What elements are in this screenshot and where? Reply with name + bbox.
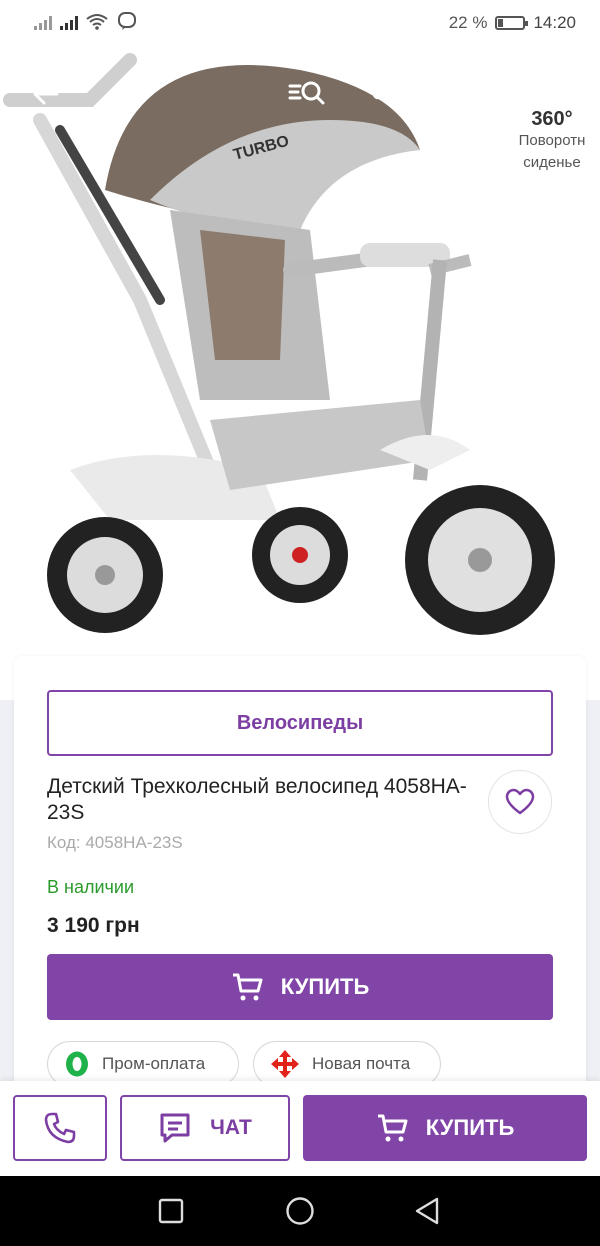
filter-search-icon — [288, 81, 325, 105]
triangle-back-icon — [415, 1197, 439, 1225]
product-card: Велосипеды Детский Трехколесный велосипе… — [14, 656, 586, 1096]
nova-poshta-icon — [271, 1050, 299, 1078]
product-code: Код: 4058HA-23S — [47, 833, 183, 852]
circle-icon — [286, 1197, 314, 1225]
chat-button-label: ЧАТ — [210, 1116, 252, 1139]
message-icon — [160, 1113, 190, 1143]
favorite-button[interactable] — [488, 770, 552, 834]
badge-degrees: 360° — [531, 108, 573, 130]
cart-button[interactable] — [450, 70, 498, 118]
cart-icon — [232, 973, 263, 1001]
badge-line-2: сиденье — [523, 154, 581, 171]
buy-button-label: КУПИТЬ — [280, 974, 370, 999]
battery-percent: 22 % — [448, 13, 488, 32]
buy-button[interactable]: КУПИТЬ — [47, 954, 553, 1020]
square-icon — [158, 1198, 184, 1224]
chat-button[interactable]: ЧАТ — [120, 1095, 290, 1161]
call-button[interactable] — [13, 1095, 107, 1161]
product-price: 3 190 грн — [47, 914, 140, 937]
share-icon — [372, 79, 400, 109]
badge-line-1: Поворотн — [518, 132, 586, 149]
wifi-icon — [86, 14, 108, 30]
heart-icon — [505, 788, 535, 815]
phone-icon — [44, 1112, 76, 1144]
viber-icon — [118, 12, 136, 30]
cart-icon — [377, 1114, 408, 1142]
bottom-buy-button[interactable]: КУПИТЬ — [303, 1095, 587, 1161]
product-title: Детский Трехколесный велосипед 4058HA-23… — [47, 775, 467, 824]
search-button[interactable] — [282, 70, 330, 118]
battery-icon — [495, 16, 529, 30]
cart-icon — [459, 80, 489, 108]
bottom-buy-button-label: КУПИТЬ — [425, 1115, 515, 1140]
prom-payment-icon — [66, 1051, 88, 1077]
system-back-button[interactable] — [410, 1194, 444, 1228]
availability-status: В наличии — [47, 877, 135, 897]
system-navigation-bar — [0, 1176, 600, 1246]
category-button[interactable]: Велосипеды — [47, 690, 553, 756]
share-button[interactable] — [362, 70, 410, 118]
prom-payment-label: Пром-оплата — [102, 1054, 206, 1073]
clock: 14:20 — [533, 13, 576, 32]
bottom-action-bar: ЧАТ КУПИТЬ — [0, 1081, 600, 1176]
arrow-left-icon — [33, 83, 59, 105]
signal-icon-sim1 — [34, 14, 52, 30]
signal-icon-sim2 — [60, 14, 78, 30]
status-bar: 22 % 14:20 — [0, 0, 600, 48]
rotating-seat-badge: 360° Поворотн сиденье — [504, 108, 600, 174]
message-icon — [545, 79, 575, 109]
recent-apps-button[interactable] — [154, 1194, 188, 1228]
back-button[interactable] — [22, 70, 70, 118]
home-button[interactable] — [283, 1194, 317, 1228]
nova-poshta-label: Новая почта — [312, 1054, 411, 1073]
